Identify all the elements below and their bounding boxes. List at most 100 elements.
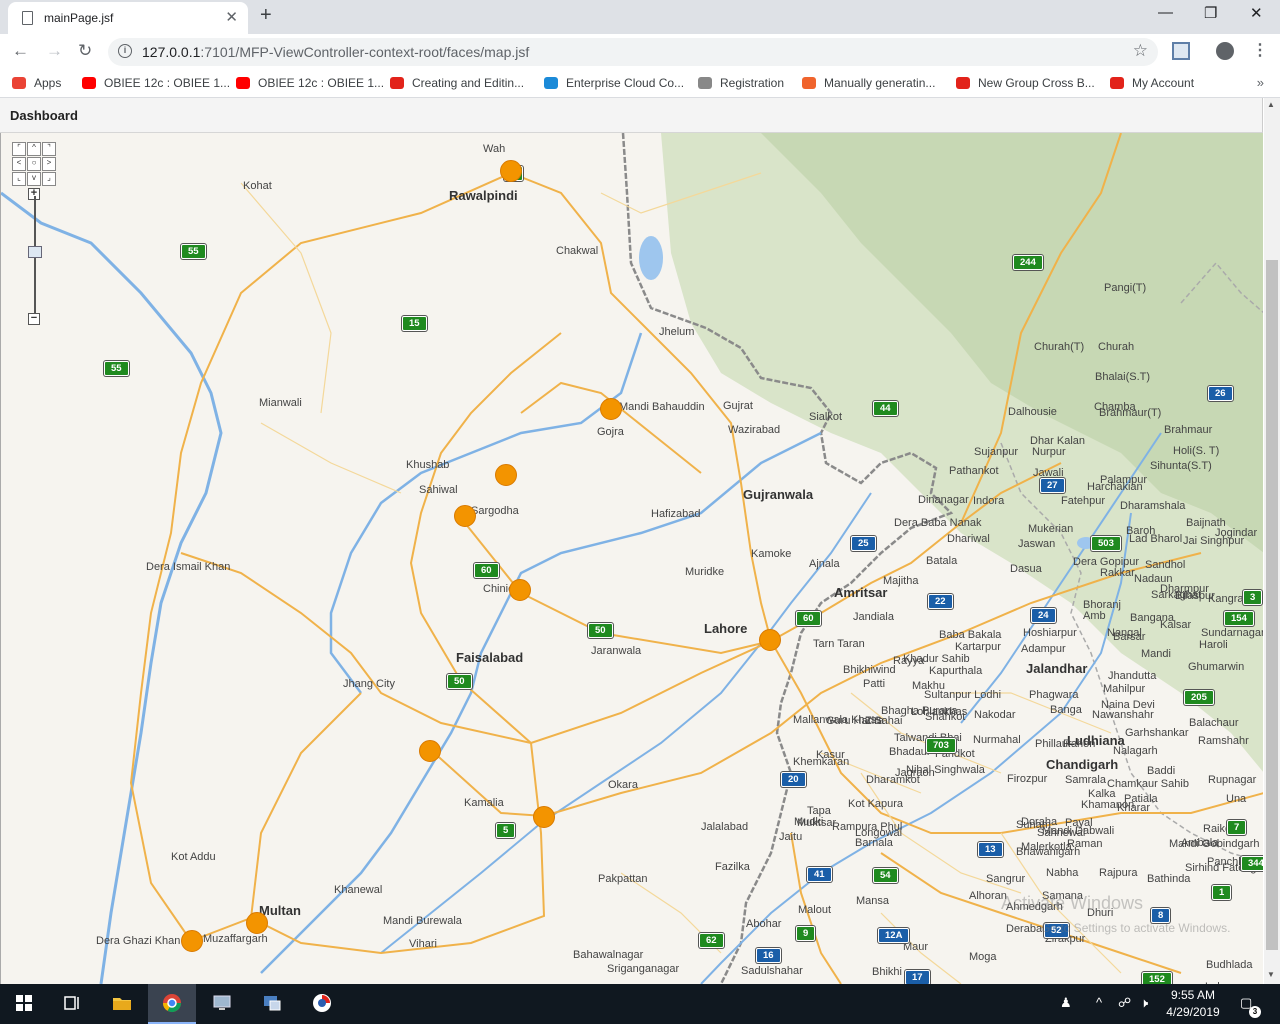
marker-multan[interactable] [246,912,268,934]
place-label: Rupnagar [1208,774,1257,786]
place-label: Muzaffargarh [203,933,268,945]
bookmark-item[interactable]: Enterprise Cloud Co... [544,76,684,90]
taskbar-app-3[interactable] [198,984,246,1024]
marker-sargodha[interactable] [454,505,476,527]
place-label: Kamalia [464,797,504,809]
place-label: Sihunta(S.T) [1150,460,1212,472]
pan-button[interactable]: ⌟ [42,172,56,186]
bookmarks-overflow-button[interactable]: » [1257,75,1264,90]
taskbar-chrome[interactable] [148,984,196,1024]
place-label: Kapurthala [929,665,983,677]
road [190,742,546,955]
browser-tab[interactable]: mainPage.jsf ✕ [8,2,248,34]
close-window-button[interactable]: ✕ [1250,4,1263,22]
browser-menu-icon[interactable]: ⋮ [1252,40,1268,60]
place-label: Baddi [1147,765,1176,777]
place-label: Malout [798,904,832,916]
map-view[interactable]: Wah Rawalpindi Kohat Chakwal Jhelum Mianwali M… [0,133,1263,984]
taskbar-app-4[interactable] [248,984,296,1024]
place-label: Abohar [746,918,782,930]
tray-overflow-chevron-icon[interactable]: ^ [1096,995,1102,1010]
taskbar-app-5[interactable] [298,984,346,1024]
highway-shield: 16 [756,948,781,963]
place-label: Barsar [1113,631,1146,643]
address-bar[interactable]: i 127.0.0.1:7101/MFP-ViewController-cont… [108,38,1158,66]
marker-dera-ghazi-khan[interactable] [181,930,203,952]
highway-shield: 41 [807,867,832,882]
volume-icon[interactable]: 🕨 [1140,995,1148,1011]
marker-jhang-south[interactable] [419,740,441,762]
place-label: Kot Kapura [848,798,904,810]
tab-close-icon[interactable]: ✕ [225,8,238,26]
pan-button[interactable]: v [27,172,41,186]
reload-icon[interactable]: ↻ [78,41,92,61]
bookmark-item[interactable]: Registration [698,76,784,90]
taskbar-clock[interactable]: 9:55 AM 4/29/2019 [1152,987,1234,1021]
marker-kamalia[interactable] [533,806,555,828]
pan-button[interactable]: ⌜ [12,142,26,156]
place-label: Nalagarh [1113,745,1158,757]
zoom-out-button[interactable]: − [28,313,40,325]
page-scrollbar[interactable]: ▲ ▼ [1264,98,1280,984]
network-icon[interactable]: ☍ [1118,995,1131,1011]
pan-button[interactable]: ○ [27,157,41,171]
site-info-icon[interactable]: i [118,44,132,58]
restore-button[interactable]: ❐ [1204,4,1217,22]
pan-button[interactable]: > [42,157,56,171]
forward-arrow-icon[interactable]: → [46,41,63,61]
back-arrow-icon[interactable]: ← [12,41,29,61]
place-label: Lahore [704,621,748,636]
monitor-app-icon [213,995,231,1010]
place-label: Kot Addu [171,851,216,863]
bookmark-item[interactable]: OBIEE 12c : OBIEE 1... [236,76,384,90]
bookmark-item[interactable]: Manually generatin... [802,76,935,90]
people-icon[interactable]: ♟ [1060,995,1072,1011]
marker-lahore[interactable] [759,629,781,651]
place-label: Rawalpindi [449,188,518,203]
place-label: Faisalabad [456,650,524,665]
minimize-button[interactable]: — [1158,4,1173,21]
marker-khushab[interactable] [495,464,517,486]
marker-wah[interactable] [500,160,522,182]
bookmark-item[interactable]: New Group Cross B... [956,76,1095,90]
bookmark-item[interactable]: My Account [1110,76,1194,90]
task-view-icon [64,996,79,1010]
taskbar-file-explorer[interactable] [98,984,146,1024]
browser-app-icon [313,994,331,1012]
bookmark-star-icon[interactable]: ☆ [1133,41,1148,61]
pan-button[interactable]: ⌞ [12,172,26,186]
bookmark-label: OBIEE 12c : OBIEE 1... [104,76,231,90]
bookmark-item[interactable]: Apps [12,76,61,90]
place-label: Kamoke [751,548,792,560]
place-label: Wah [483,143,506,155]
profile-avatar-icon[interactable] [1216,42,1234,60]
bookmark-item[interactable]: Creating and Editin... [390,76,524,90]
new-tab-button[interactable]: + [260,4,272,27]
highway-shield: 7 [1227,820,1247,835]
folder-icon [113,998,131,1010]
pan-button[interactable]: ^ [27,142,41,156]
highway-shield: 703 [926,738,956,753]
start-button[interactable] [0,984,48,1024]
highway-shield: 3 [1243,590,1263,605]
task-view-button[interactable] [48,984,96,1024]
place-label: Sialkot [809,411,843,423]
marker-chiniot[interactable] [509,579,531,601]
pan-button[interactable]: < [12,157,26,171]
scroll-down-arrow-icon[interactable]: ▼ [1267,970,1275,979]
scroll-up-arrow-icon[interactable]: ▲ [1267,100,1275,109]
zoom-slider-thumb[interactable] [28,246,42,258]
bookmark-label: Enterprise Cloud Co... [566,76,685,90]
pan-button[interactable]: ⌝ [42,142,56,156]
place-label: Nurmahal [973,734,1021,746]
address-url[interactable]: 127.0.0.1:7101/MFP-ViewController-contex… [142,44,529,60]
bookmark-item[interactable]: OBIEE 12c : OBIEE 1... [82,76,230,90]
extension-icon[interactable] [1172,42,1190,60]
bookmarks-bar: Apps OBIEE 12c : OBIEE 1... OBIEE 12c : OB… [0,70,1280,98]
place-label: Khanewal [334,884,383,896]
pan-control[interactable]: ⌜ ^ ⌝ < ○ > ⌞ v ⌟ [12,142,56,186]
scrollbar-thumb[interactable] [1266,260,1278,950]
marker-mandi-bahauddin[interactable] [600,398,622,420]
highway-shield: 15 [402,316,427,331]
place-label: Sarkaghat [1151,589,1202,601]
